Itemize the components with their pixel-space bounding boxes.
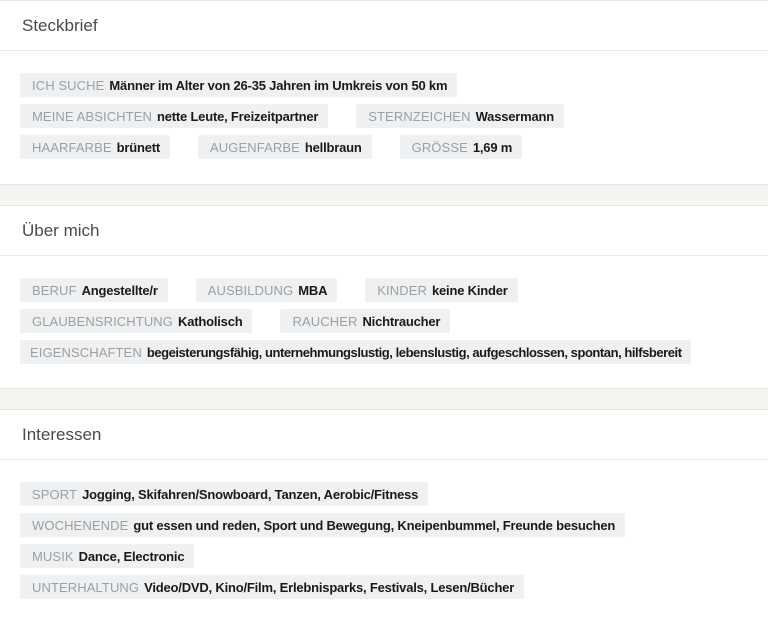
tag-value: Wassermann	[475, 108, 555, 124]
interessen-card: Interessen SPORT Jogging, Skifahren/Snow…	[0, 409, 768, 628]
tag-label: STERNZEICHEN	[368, 108, 471, 124]
tag-beruf: BERUF Angestellte/r	[20, 278, 168, 302]
tag-label: EIGENSCHAFTEN	[30, 344, 142, 360]
tag-value: brünett	[116, 139, 161, 155]
tag-label: ICH SUCHE	[32, 77, 105, 93]
section-title-interessen: Interessen	[0, 410, 768, 460]
steckbrief-card: Steckbrief ICH SUCHE Männer im Alter von…	[0, 0, 768, 185]
tag-meine-absichten: MEINE ABSICHTEN nette Leute, Freizeitpar…	[20, 104, 329, 128]
tag-label: MEINE ABSICHTEN	[32, 108, 152, 124]
tag-kinder: KINDER keine Kinder	[365, 278, 518, 302]
tag-label: WOCHENENDE	[32, 517, 129, 533]
tag-sternzeichen: STERNZEICHEN Wassermann	[356, 104, 565, 128]
tag-raucher: RAUCHER Nichtraucher	[280, 309, 451, 333]
tag-value: nette Leute, Freizeitpartner	[156, 108, 319, 124]
tag-label: SPORT	[32, 486, 78, 502]
interessen-body: SPORT Jogging, Skifahren/Snowboard, Tanz…	[0, 460, 768, 599]
tag-row: EIGENSCHAFTEN begeisterungsfähig, untern…	[20, 340, 748, 364]
tag-value: keine Kinder	[431, 282, 508, 298]
ueber-mich-body: BERUF Angestellte/r AUSBILDUNG MBA KINDE…	[0, 256, 768, 364]
tag-value: hellbraun	[304, 139, 362, 155]
tag-value: Nichtraucher	[362, 313, 441, 329]
ueber-mich-card: Über mich BERUF Angestellte/r AUSBILDUNG…	[0, 205, 768, 389]
tag-augenfarbe: AUGENFARBE hellbraun	[198, 135, 372, 159]
tag-sport: SPORT Jogging, Skifahren/Snowboard, Tanz…	[20, 482, 429, 506]
tag-row: SPORT Jogging, Skifahren/Snowboard, Tanz…	[20, 482, 748, 506]
tag-label: MUSIK	[32, 548, 74, 564]
tag-value: Jogging, Skifahren/Snowboard, Tanzen, Ae…	[82, 486, 419, 502]
tag-row: MEINE ABSICHTEN nette Leute, Freizeitpar…	[20, 104, 748, 128]
tag-wochenende: WOCHENENDE gut essen und reden, Sport un…	[20, 513, 626, 537]
tag-label: RAUCHER	[292, 313, 358, 329]
tag-row: BERUF Angestellte/r AUSBILDUNG MBA KINDE…	[20, 278, 748, 302]
section-title-steckbrief: Steckbrief	[0, 1, 768, 51]
tag-unterhaltung: UNTERHALTUNG Video/DVD, Kino/Film, Erleb…	[20, 575, 525, 599]
tag-eigenschaften: EIGENSCHAFTEN begeisterungsfähig, untern…	[20, 340, 691, 364]
tag-label: BERUF	[32, 282, 77, 298]
tag-value: Dance, Electronic	[78, 548, 185, 564]
tag-row: ICH SUCHE Männer im Alter von 26-35 Jahr…	[20, 73, 748, 97]
tag-value: begeisterungsfähig, unternehmungslustig,…	[146, 344, 682, 360]
tag-label: GLAUBENSRICHTUNG	[32, 313, 174, 329]
tag-value: 1,69 m	[472, 139, 513, 155]
tag-value: Männer im Alter von 26-35 Jahren im Umkr…	[109, 77, 448, 93]
tag-label: AUGENFARBE	[210, 139, 300, 155]
tag-value: gut essen und reden, Sport und Bewegung,…	[133, 517, 616, 533]
tag-label: UNTERHALTUNG	[32, 579, 140, 595]
tag-row: GLAUBENSRICHTUNG Katholisch RAUCHER Nich…	[20, 309, 748, 333]
tag-value: MBA	[298, 282, 328, 298]
tag-row: HAARFARBE brünett AUGENFARBE hellbraun G…	[20, 135, 748, 159]
tag-value: Katholisch	[178, 313, 243, 329]
tag-row: MUSIK Dance, Electronic	[20, 544, 748, 568]
tag-row: WOCHENENDE gut essen und reden, Sport un…	[20, 513, 748, 537]
tag-label: HAARFARBE	[32, 139, 112, 155]
steckbrief-body: ICH SUCHE Männer im Alter von 26-35 Jahr…	[0, 51, 768, 159]
tag-ich-suche: ICH SUCHE Männer im Alter von 26-35 Jahr…	[20, 73, 458, 97]
tag-value: Angestellte/r	[81, 282, 158, 298]
tag-haarfarbe: HAARFARBE brünett	[20, 135, 171, 159]
tag-musik: MUSIK Dance, Electronic	[20, 544, 195, 568]
tag-glaubensrichtung: GLAUBENSRICHTUNG Katholisch	[20, 309, 253, 333]
tag-label: KINDER	[377, 282, 427, 298]
tag-label: AUSBILDUNG	[207, 282, 294, 298]
tag-value: Video/DVD, Kino/Film, Erlebnisparks, Fes…	[144, 579, 515, 595]
section-title-ueber-mich: Über mich	[0, 206, 768, 256]
tag-label: GRÖSSE	[411, 139, 468, 155]
tag-ausbildung: AUSBILDUNG MBA	[195, 278, 338, 302]
tag-row: UNTERHALTUNG Video/DVD, Kino/Film, Erleb…	[20, 575, 748, 599]
tag-groesse: GRÖSSE 1,69 m	[399, 135, 523, 159]
